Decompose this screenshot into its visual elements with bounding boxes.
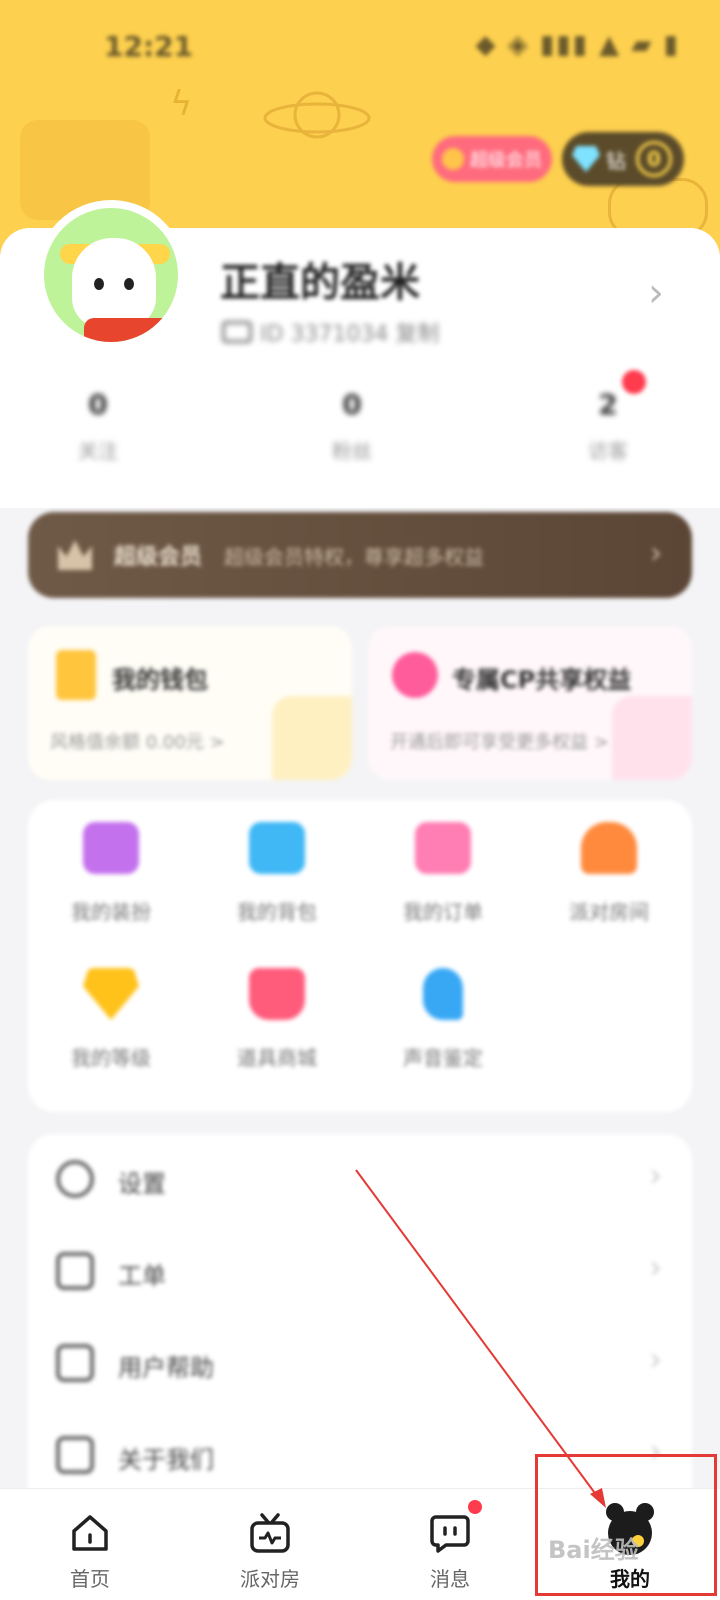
list-item-help[interactable]: 用户帮助 › bbox=[28, 1318, 692, 1410]
stat-following[interactable]: 0 关注 bbox=[48, 388, 148, 464]
chevron-right-icon: › bbox=[650, 536, 662, 571]
cp-card[interactable]: 专属CP共享权益 开通后即可享受更多权益 > bbox=[368, 626, 692, 780]
wallet-card[interactable]: 我的钱包 风格值余额 0.00元 > bbox=[28, 626, 352, 780]
avatar[interactable] bbox=[36, 200, 186, 350]
card-decoration bbox=[612, 696, 692, 780]
grid-item-orders[interactable]: 我的订单 bbox=[360, 800, 526, 940]
tab-home[interactable]: 首页 bbox=[0, 1489, 180, 1600]
chevron-right-icon[interactable]: › bbox=[648, 270, 664, 316]
tab-label: 消息 bbox=[430, 1567, 470, 1591]
chevron-right-icon: › bbox=[649, 1340, 662, 1378]
cp-icon bbox=[392, 652, 438, 698]
cp-card-title: 专属CP共享权益 bbox=[452, 666, 632, 694]
stat-visitors[interactable]: 2 访客 bbox=[558, 388, 658, 464]
cp-card-subtitle: 开通后即可享受更多权益 > bbox=[390, 732, 609, 753]
help-icon bbox=[56, 1344, 94, 1382]
status-bar: 12:21 ◆ ◈ ▮▮▮ ▲ ▰ ▮ bbox=[0, 0, 720, 90]
grid-item-label: 我的装扮 bbox=[71, 900, 151, 924]
grid-item-backpack[interactable]: 我的背包 bbox=[194, 800, 360, 940]
visitor-badge bbox=[622, 370, 646, 394]
status-time: 12:21 bbox=[104, 30, 194, 63]
stat-label: 关注 bbox=[78, 439, 118, 463]
grid-item-label: 道具商城 bbox=[237, 1046, 317, 1070]
grid-item-voice[interactable]: 声音鉴定 bbox=[360, 946, 526, 1086]
grid-item-label: 我的订单 bbox=[403, 900, 483, 924]
lightning-icon: ϟ bbox=[170, 84, 193, 124]
diamond-count: 0 bbox=[636, 141, 672, 177]
nickname[interactable]: 正直的盈米 bbox=[220, 250, 420, 308]
list-item-settings[interactable]: 设置 › bbox=[28, 1134, 692, 1226]
grid-item-party-room[interactable]: 派对房间 bbox=[526, 800, 692, 940]
grid-item-outfit[interactable]: 我的装扮 bbox=[28, 800, 194, 940]
list-item-label: 关于我们 bbox=[118, 1446, 214, 1474]
list-item-ticket[interactable]: 工单 › bbox=[28, 1226, 692, 1318]
list-item-label: 用户帮助 bbox=[118, 1354, 214, 1382]
grid-item-label: 我的等级 bbox=[71, 1046, 151, 1070]
stat-followers[interactable]: 0 粉丝 bbox=[302, 388, 402, 464]
diamond-pill-label: 钻 bbox=[606, 148, 626, 173]
stat-label: 粉丝 bbox=[332, 439, 372, 463]
feature-grid: 我的装扮 我的背包 我的订单 派对房间 我的等级 道具商城 声音鉴定 bbox=[28, 800, 692, 1112]
vip-pill[interactable]: 超级会员 bbox=[432, 136, 552, 182]
watermark: Bai经验 bbox=[548, 1536, 639, 1564]
vip-banner[interactable]: 超级会员 超级会员特权，尊享超多权益 › bbox=[28, 512, 692, 598]
diamond-pill[interactable]: 钻 0 bbox=[562, 132, 684, 186]
tab-messages[interactable]: 消息 bbox=[360, 1489, 540, 1600]
vip-pill-label: 超级会员 bbox=[470, 150, 542, 171]
shopping-bag-icon bbox=[249, 968, 305, 1020]
grid-item-store[interactable]: 道具商城 bbox=[194, 946, 360, 1086]
diamond-icon bbox=[83, 968, 139, 1020]
stat-value: 0 bbox=[88, 388, 108, 421]
wallet-icon bbox=[56, 650, 96, 700]
settings-icon bbox=[56, 1160, 94, 1198]
grid-item-label: 派对房间 bbox=[569, 900, 649, 924]
annotation-highlight-box bbox=[535, 1454, 717, 1596]
tab-label: 首页 bbox=[70, 1567, 110, 1591]
house-icon bbox=[581, 822, 637, 874]
tab-label: 派对房 bbox=[240, 1567, 300, 1591]
wallet-card-subtitle: 风格值余额 0.00元 > bbox=[50, 732, 225, 753]
vip-banner-subtitle: 超级会员特权，尊享超多权益 bbox=[224, 544, 485, 569]
stat-value: 0 bbox=[342, 388, 362, 421]
tab-party-room[interactable]: 派对房 bbox=[180, 1489, 360, 1600]
info-icon bbox=[56, 1436, 94, 1474]
grid-item-label: 声音鉴定 bbox=[403, 1046, 483, 1070]
message-badge bbox=[468, 1500, 482, 1514]
card-decoration bbox=[272, 696, 352, 780]
grid-item-level[interactable]: 我的等级 bbox=[28, 946, 194, 1086]
crown-icon bbox=[58, 540, 92, 570]
user-id[interactable]: ID 3371034 复制 bbox=[222, 316, 439, 348]
status-icons: ◆ ◈ ▮▮▮ ▲ ▰ ▮ bbox=[475, 30, 680, 60]
stat-value: 2 bbox=[598, 388, 618, 421]
coin-icon bbox=[442, 148, 464, 170]
user-id-text: ID 3371034 复制 bbox=[260, 322, 440, 347]
chevron-right-icon: › bbox=[649, 1156, 662, 1194]
chat-icon bbox=[430, 1515, 470, 1553]
folder-icon bbox=[83, 822, 139, 874]
list-item-label: 工单 bbox=[118, 1262, 166, 1290]
tv-icon bbox=[250, 1513, 290, 1553]
planet-decoration bbox=[263, 91, 371, 139]
ticket-icon bbox=[56, 1252, 94, 1290]
card-icon bbox=[249, 822, 305, 874]
wallet-card-title: 我的钱包 bbox=[112, 666, 208, 694]
grid-item-label: 我的背包 bbox=[237, 900, 317, 924]
home-icon bbox=[72, 1515, 108, 1551]
document-icon bbox=[415, 822, 471, 874]
id-card-icon bbox=[222, 321, 252, 343]
stat-label: 访客 bbox=[588, 439, 628, 463]
vip-banner-title: 超级会员 bbox=[114, 545, 203, 570]
list-item-label: 设置 bbox=[118, 1170, 166, 1198]
voice-icon bbox=[423, 968, 463, 1020]
chevron-right-icon: › bbox=[649, 1248, 662, 1286]
diamond-icon bbox=[572, 146, 600, 172]
